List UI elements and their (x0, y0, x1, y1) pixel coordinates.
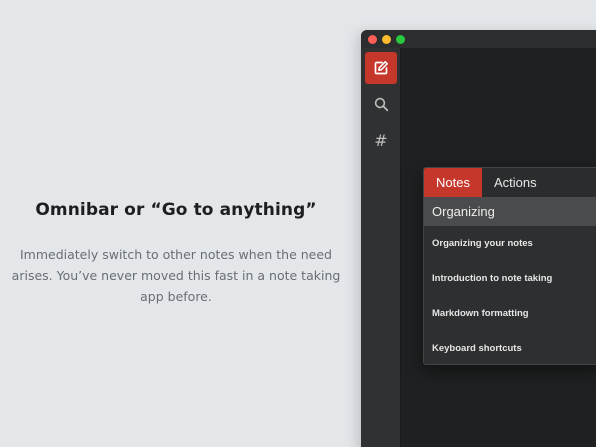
window-titlebar[interactable] (361, 30, 596, 48)
result-item[interactable]: Markdown formatting (424, 296, 596, 331)
omnibar-search-input[interactable]: Organizing (424, 197, 596, 226)
result-item[interactable]: Keyboard shortcuts (424, 331, 596, 364)
compose-icon (374, 61, 388, 75)
tab-actions[interactable]: Actions (482, 168, 549, 197)
omnibar: Notes Actions Organizing Organizing your… (423, 167, 596, 365)
result-item[interactable]: Organizing your notes (424, 226, 596, 261)
feature-description: Immediately switch to other notes when t… (11, 247, 341, 304)
window-minimize-button[interactable] (382, 35, 391, 44)
sidebar: # (361, 48, 401, 447)
result-item[interactable]: Introduction to note taking (424, 261, 596, 296)
tab-notes[interactable]: Notes (424, 168, 482, 197)
search-icon (374, 97, 388, 111)
feature-title: Omnibar or “Go to anything” (35, 200, 317, 220)
new-note-button[interactable] (365, 52, 397, 84)
tags-button[interactable]: # (365, 124, 397, 156)
window-zoom-button[interactable] (396, 35, 405, 44)
search-button[interactable] (365, 88, 397, 120)
window-close-button[interactable] (368, 35, 377, 44)
feature-promo: Omnibar or “Go to anything” Immediately … (0, 200, 352, 307)
omnibar-results: Organizing your notes Introduction to no… (424, 226, 596, 364)
hash-icon: # (374, 130, 388, 150)
omnibar-tabs: Notes Actions (424, 168, 596, 197)
